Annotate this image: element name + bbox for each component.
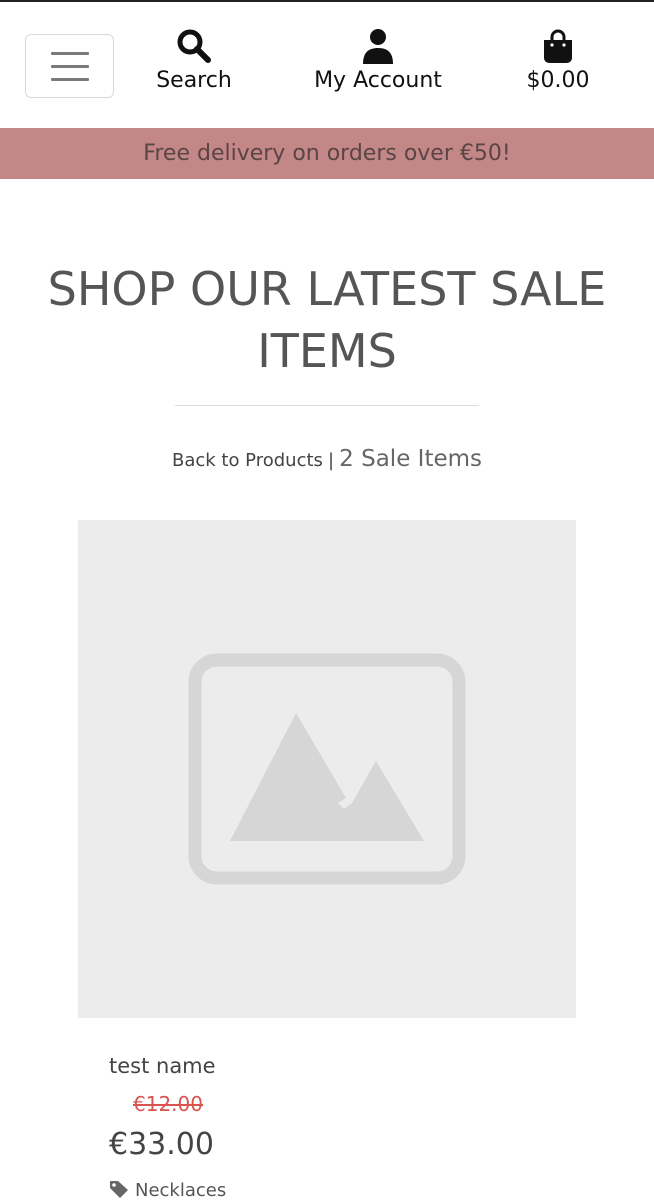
- product-category-link[interactable]: Necklaces: [109, 1180, 226, 1201]
- product-name: test name: [109, 1054, 216, 1078]
- free-delivery-banner: Free delivery on orders over €50!: [0, 128, 654, 179]
- page-title: SHOP OUR LATEST SALE ITEMS: [47, 262, 607, 378]
- my-account-label: My Account: [314, 68, 442, 93]
- search-icon: [177, 29, 211, 63]
- cart-nav-link[interactable]: $0.00: [508, 28, 608, 93]
- subheader: Back to Products | 2 Sale Items: [0, 446, 654, 472]
- subheader-separator: |: [328, 450, 335, 471]
- product-sale-price: €33.00: [109, 1127, 214, 1162]
- menu-toggle-button[interactable]: [25, 34, 114, 98]
- tag-icon: [110, 1181, 128, 1198]
- product-category-label: Necklaces: [135, 1180, 227, 1201]
- hamburger-line-icon: [51, 65, 89, 68]
- navbar: Search My Account $0.00: [0, 2, 654, 128]
- product-old-price: €12.00: [133, 1092, 203, 1116]
- product-image[interactable]: [78, 520, 576, 1018]
- search-label: Search: [156, 68, 232, 93]
- cart-total-label: $0.00: [526, 68, 590, 93]
- hamburger-line-icon: [51, 52, 89, 55]
- hamburger-line-icon: [51, 78, 89, 81]
- user-icon: [363, 29, 393, 64]
- search-nav-link[interactable]: Search: [144, 28, 244, 93]
- sale-items-count: 2 Sale Items: [339, 446, 483, 472]
- image-placeholder-icon: [188, 653, 466, 885]
- title-divider: [175, 405, 479, 406]
- my-account-nav-link[interactable]: My Account: [298, 28, 458, 93]
- shopping-bag-icon: [544, 29, 572, 63]
- back-to-products-link[interactable]: Back to Products: [172, 450, 323, 471]
